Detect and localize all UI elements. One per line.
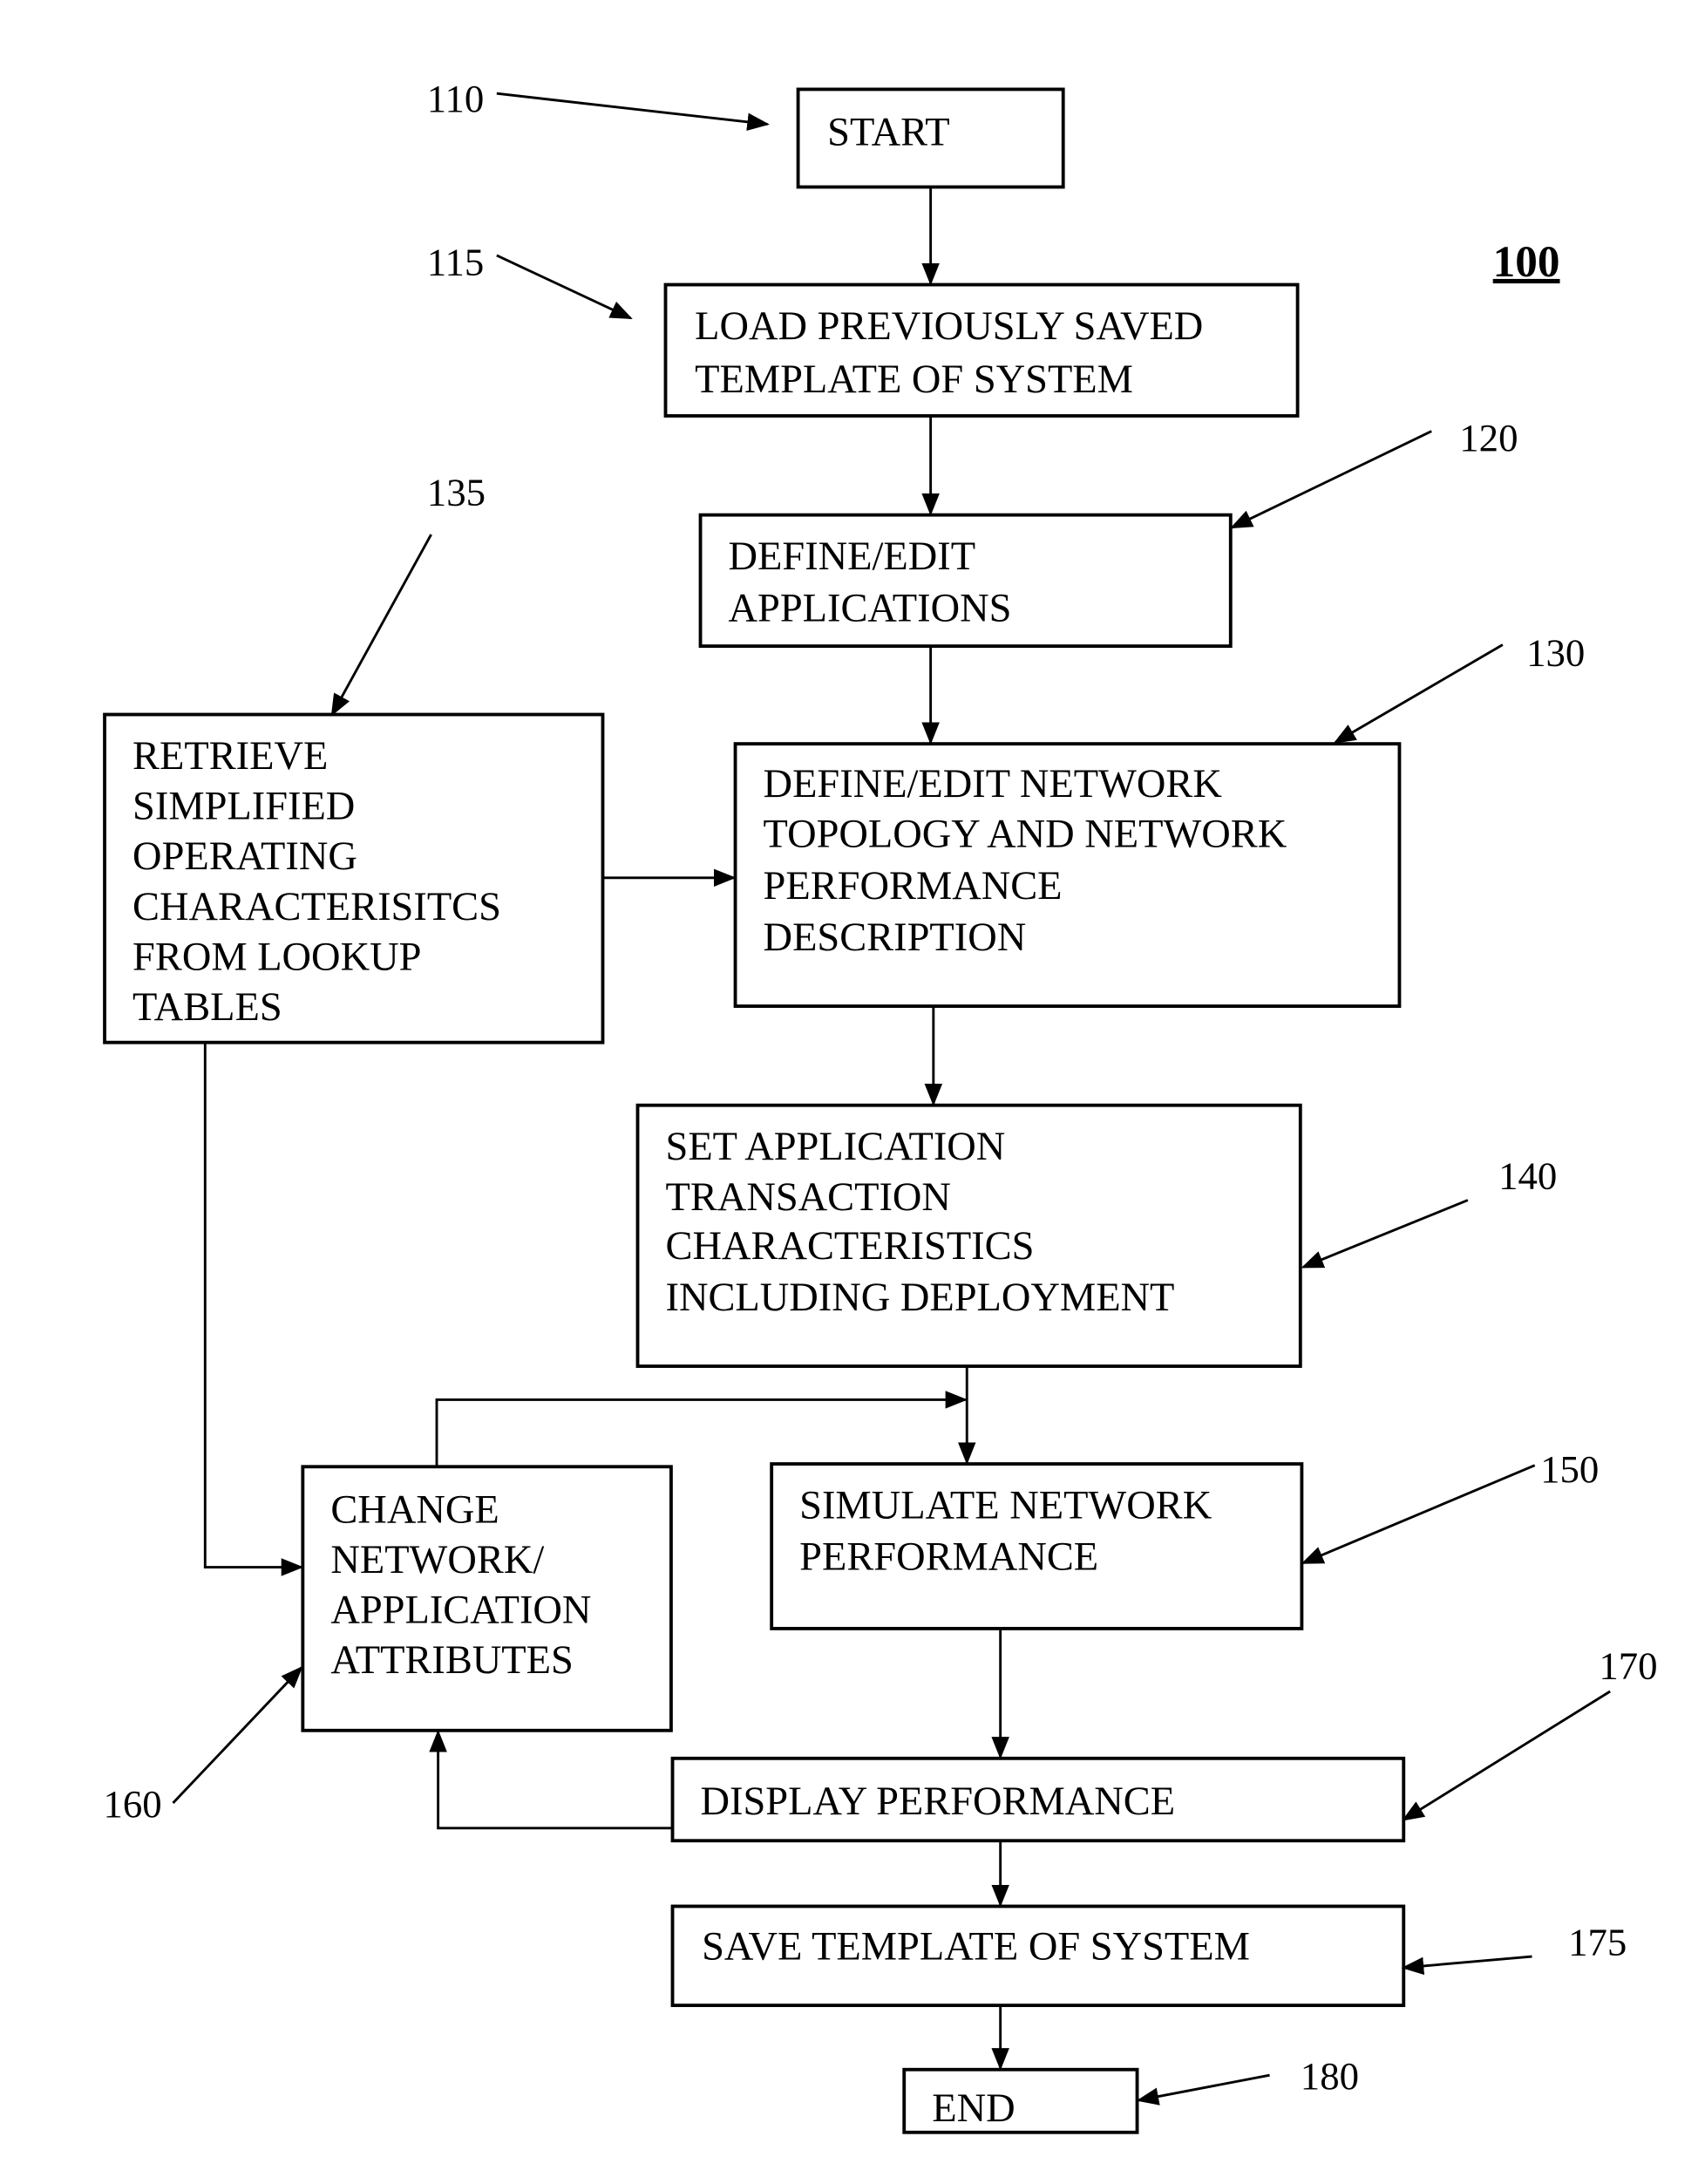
ref-130: 130 (1526, 631, 1585, 675)
ref-170: 170 (1599, 1644, 1657, 1688)
ref-115-pointer (496, 254, 633, 320)
ref-135-pointer (330, 534, 432, 717)
end-text: END (932, 2086, 1015, 2131)
ref-120: 120 (1459, 416, 1518, 459)
ref-140-pointer (1301, 1199, 1469, 1269)
flow-arrow-change-simulate (435, 1391, 968, 1467)
flowchart: 100 START LOAD PREVIOUSLY SAVED TEMPLATE… (103, 77, 1658, 2134)
ref-160: 160 (103, 1782, 161, 1826)
flow-arrow-display-change (429, 1729, 673, 1830)
ref-110-pointer (496, 92, 770, 132)
ref-175-pointer (1401, 1955, 1532, 1976)
ref-120-pointer (1230, 430, 1432, 529)
display-performance-text: DISPLAY PERFORMANCE (701, 1779, 1176, 1824)
ref-140: 140 (1498, 1154, 1557, 1198)
ref-175: 175 (1568, 1920, 1627, 1963)
ref-150: 150 (1540, 1447, 1599, 1491)
ref-150-pointer (1301, 1464, 1536, 1565)
save-template-text: SAVE TEMPLATE OF SYSTEM (702, 1924, 1250, 1969)
ref-170-pointer (1402, 1690, 1611, 1821)
ref-180-pointer (1136, 2073, 1270, 2106)
ref-135: 135 (427, 470, 486, 514)
figure-label: 100 (1493, 237, 1560, 287)
ref-130-pointer (1333, 643, 1504, 744)
ref-180: 180 (1301, 2054, 1359, 2098)
ref-160-pointer (172, 1665, 303, 1805)
flow-arrow-retrieve-change (203, 1042, 304, 1576)
ref-110: 110 (427, 77, 485, 120)
start-text: START (827, 110, 949, 154)
ref-115: 115 (427, 240, 485, 283)
